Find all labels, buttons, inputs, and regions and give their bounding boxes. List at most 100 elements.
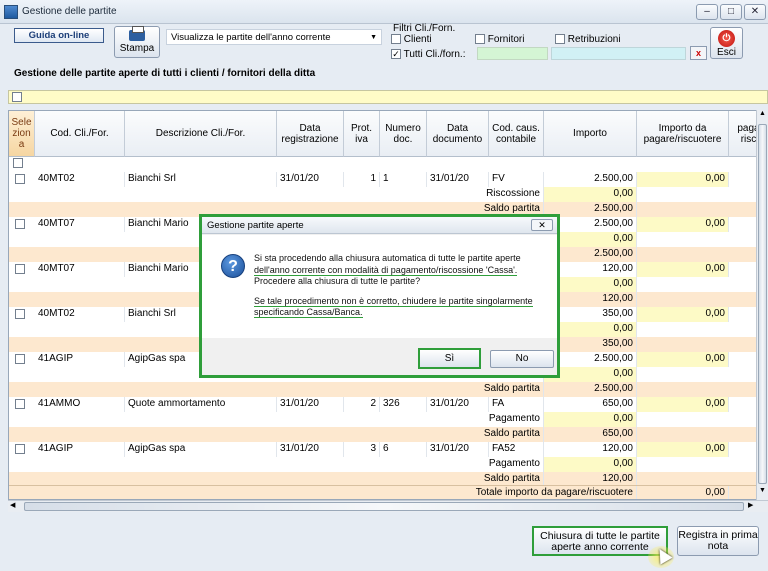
dialog-line-1: Si sta procedendo alla chiusura automati… [254,253,521,263]
col-header-data-registrazione[interactable]: Data registrazione [277,111,344,157]
header-select-checkbox[interactable] [13,158,23,168]
saldo-importo: 650,00 [544,427,637,442]
cell-caus: FV [489,172,544,187]
retribuzioni-checkbox[interactable] [555,34,565,45]
stampa-button[interactable]: Stampa [114,26,160,58]
movement-row: Pagamento 0,00 [9,412,759,427]
confirm-dialog: Gestione partite aperte ✕ ? Si sta proce… [199,214,560,378]
scroll-down-icon[interactable]: ▼ [758,487,767,498]
title-bar: Gestione delle partite – □ ✕ [0,0,768,24]
dialog-no-button[interactable]: No [490,350,554,368]
tutti-label: Tutti Cli./forn.: [403,49,466,60]
row-select-checkbox[interactable] [15,399,25,409]
filter-fornitori[interactable]: Fornitori [475,34,524,45]
cell-prot: 2 [344,397,380,412]
cell-caus: FA52 [489,442,544,457]
scroll-up-icon[interactable]: ▲ [758,110,767,121]
horizontal-scroll-thumb[interactable] [24,502,744,511]
clear-filter-button[interactable]: x [690,46,707,60]
vertical-scrollbar[interactable]: ▲ ▼ [756,110,768,500]
cell-pagare: 0,00 [637,172,729,187]
esci-button[interactable]: ⏻ Esci [710,27,743,59]
cell-desc: Quote ammortamento [125,397,277,412]
table-row[interactable]: 41AGIP AgipGas spa 31/01/20 3 6 31/01/20 FA52 1… [9,442,759,457]
row-select-checkbox[interactable] [15,174,25,184]
movement-label: Pagamento [409,457,544,472]
movement-row: Pagamento 0,00 [9,457,759,472]
select-all-checkbox[interactable] [12,92,22,102]
cell-importo: 120,00 [544,442,637,457]
movement-importo: 0,00 [544,457,637,472]
row-select-checkbox[interactable] [15,219,25,229]
col-header-importo-pagare[interactable]: Importo da pagare/riscuotere [637,111,729,157]
cell-num: 1 [380,172,427,187]
cell-num: 326 [380,397,427,412]
col-header-causale[interactable]: Cod. caus. contabile [489,111,544,157]
question-icon: ? [221,254,245,278]
cell-pagare: 0,00 [637,397,729,412]
row-select-checkbox[interactable] [15,354,25,364]
registra-prima-nota-button[interactable]: Registra in prima nota [677,526,759,556]
col-header-numero-doc[interactable]: Numero doc. [380,111,427,157]
clienti-label: Clienti [403,34,432,45]
dialog-close-button[interactable]: ✕ [531,219,553,231]
maximize-button[interactable]: □ [720,4,742,20]
dialog-yes-button[interactable]: Sì [418,348,481,369]
row-select-checkbox[interactable] [15,444,25,454]
clienti-checkbox[interactable] [391,34,401,45]
dialog-title: Gestione partite aperte [207,220,304,231]
dialog-body: ? Si sta procedendo alla chiusura automa… [202,235,557,338]
chiusura-partite-button[interactable]: Chiusura di tutte le partite aperte anno… [532,526,668,556]
col-header-prot-iva[interactable]: Prot. iva [344,111,380,157]
guida-online-button[interactable]: Guida on-line [14,28,104,43]
tutti-checkbox[interactable]: ✓ [391,49,401,60]
tutti-code-field[interactable] [477,47,548,60]
cell-pagare: 0,00 [637,262,729,277]
cell-datadoc: 31/01/20 [427,442,489,457]
retribuzioni-label: Retribuzioni [567,34,621,45]
cell-prot: 1 [344,172,380,187]
close-button[interactable]: ✕ [744,4,766,20]
tutti-desc-field[interactable] [551,47,686,60]
col-header-descrizione[interactable]: Descrizione Cli./For. [125,111,277,157]
saldo-row: Saldo partita 2.500,00 [9,382,759,397]
filter-retribuzioni[interactable]: Retribuzioni [555,34,621,45]
cell-code: 41AGIP [35,352,125,367]
cell-desc: AgipGas spa [125,442,277,457]
dialog-line-3: Procedere alla chiusura di tutte le part… [254,276,421,286]
row-select-checkbox[interactable] [15,309,25,319]
dialog-line-2: dell'anno corrente con modalità di pagam… [254,264,518,276]
cell-desc: Bianchi Srl [125,172,277,187]
col-header-data-documento[interactable]: Data documento [427,111,489,157]
cell-importo: 650,00 [544,397,637,412]
cell-date: 31/01/20 [277,397,344,412]
col-header-selezione[interactable]: Sele zion a [9,111,35,157]
filter-clienti[interactable]: Clienti [391,34,432,45]
row-select-checkbox[interactable] [15,264,25,274]
minimize-button[interactable]: – [696,4,718,20]
scroll-right-icon[interactable]: ▶ [748,501,758,511]
movement-label: Pagamento [409,412,544,427]
total-row: Totale importo da pagare/riscuotere 0,00 [9,485,759,499]
total-label: Totale importo da pagare/riscuotere [409,486,637,499]
visualizza-dropdown[interactable]: Visualizza le partite dell'anno corrente… [166,29,382,45]
cell-num: 6 [380,442,427,457]
printer-icon [129,26,145,41]
grid-filter-row[interactable] [8,90,768,104]
cell-caus: FA [489,397,544,412]
col-header-importo[interactable]: Importo [544,111,637,157]
cell-date: 31/01/20 [277,172,344,187]
saldo-row: Saldo partita 650,00 [9,427,759,442]
vertical-scroll-thumb[interactable] [758,124,767,484]
dialog-line-4: Se tale procedimento non è corretto, chi… [254,295,533,307]
scroll-left-icon[interactable]: ◀ [10,501,20,511]
fornitori-checkbox[interactable] [475,34,485,45]
col-header-codice[interactable]: Cod. Cli./For. [35,111,125,157]
table-row[interactable]: 41AMMO Quote ammortamento 31/01/20 2 326 31/0… [9,397,759,412]
horizontal-scrollbar[interactable]: ◀ ▶ [8,500,768,512]
filter-tutti[interactable]: ✓ Tutti Cli./forn.: [391,49,465,60]
esci-label: Esci [717,47,736,58]
table-row[interactable]: 40MT02 Bianchi Srl 31/01/20 1 1 31/01/20 FV 2.5… [9,172,759,187]
cell-code: 41AGIP [35,442,125,457]
stampa-label: Stampa [119,43,155,54]
